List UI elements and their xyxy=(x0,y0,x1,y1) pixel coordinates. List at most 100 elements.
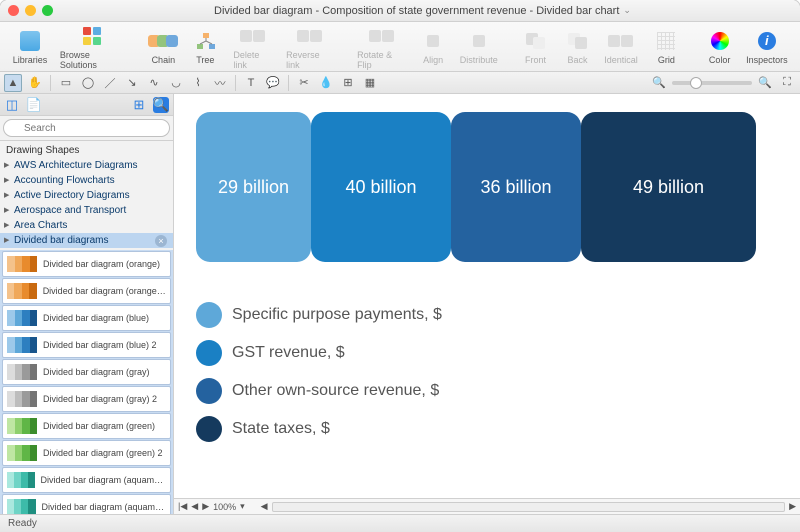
tree-button[interactable]: Tree xyxy=(185,27,225,67)
align-button[interactable]: Align xyxy=(413,27,453,67)
library-item[interactable]: Divided bar diagram (aquamari... xyxy=(2,494,171,514)
library-item-label: Divided bar diagram (orange) 2 xyxy=(43,286,166,296)
page-prev-button[interactable]: ◀ xyxy=(191,501,198,512)
library-item[interactable]: Divided bar diagram (gray) xyxy=(2,359,171,385)
rotate-flip-label: Rotate & Flip xyxy=(357,50,405,70)
legend-row: Other own-source revenue, $ xyxy=(196,378,788,404)
legend-dot xyxy=(196,340,222,366)
pointer-tool[interactable]: ▲ xyxy=(4,74,22,92)
front-label: Front xyxy=(525,55,546,65)
rect-tool[interactable]: ▭ xyxy=(57,74,75,92)
library-item[interactable]: Divided bar diagram (green) xyxy=(2,413,171,439)
hscroll-right-button[interactable]: ▶ xyxy=(789,501,796,512)
zoom-dropdown-icon[interactable]: ▾ xyxy=(240,501,245,512)
grid-button[interactable]: Grid xyxy=(646,27,686,67)
window-title: Divided bar diagram - Composition of sta… xyxy=(53,5,792,17)
browse-solutions-label: Browse Solutions xyxy=(60,50,124,70)
hscroll-track[interactable] xyxy=(272,502,785,512)
back-button[interactable]: Back xyxy=(557,27,597,67)
close-window-button[interactable] xyxy=(8,5,19,16)
libraries-icon xyxy=(20,31,40,51)
reverse-link-icon xyxy=(297,30,322,42)
tree-category-selected[interactable]: Divided bar diagrams × xyxy=(0,233,173,248)
polyline-tool[interactable]: ⌇ xyxy=(189,74,207,92)
zoom-in-button[interactable]: 🔍 xyxy=(756,74,774,92)
inspectors-button[interactable]: i Inspectors xyxy=(742,27,792,67)
library-item[interactable]: Divided bar diagram (orange) xyxy=(2,251,171,277)
tree-category[interactable]: AWS Architecture Diagrams xyxy=(0,158,173,173)
divided-bar-chart[interactable]: 29 billion40 billion36 billion49 billion xyxy=(196,112,788,262)
zoom-value[interactable]: 100% xyxy=(213,502,236,512)
distribute-button[interactable]: Distribute xyxy=(455,27,502,67)
library-item-label: Divided bar diagram (green) xyxy=(43,421,155,431)
zoom-knob[interactable] xyxy=(690,77,702,89)
titlebar: Divided bar diagram - Composition of sta… xyxy=(0,0,800,22)
library-item[interactable]: Divided bar diagram (green) 2 xyxy=(2,440,171,466)
search-input[interactable] xyxy=(3,119,170,137)
arc-tool[interactable]: ◡ xyxy=(167,74,185,92)
zoom-window-button[interactable] xyxy=(42,5,53,16)
table-tool[interactable]: ▦ xyxy=(361,74,379,92)
page-first-button[interactable]: |◀ xyxy=(178,501,187,512)
hscroll-left-button[interactable]: ◀ xyxy=(261,501,268,512)
zoom-slider[interactable] xyxy=(672,81,752,85)
library-item[interactable]: Divided bar diagram (blue) xyxy=(2,305,171,331)
ellipse-tool[interactable]: ◯ xyxy=(79,74,97,92)
sidebar-doc-icon[interactable]: 📄 xyxy=(26,97,42,113)
info-icon: i xyxy=(758,32,776,50)
view-grid-button[interactable]: ⊞ xyxy=(131,97,147,113)
library-item-thumb xyxy=(7,445,37,461)
library-item[interactable]: Divided bar diagram (blue) 2 xyxy=(2,332,171,358)
delete-link-button[interactable]: Delete link xyxy=(227,22,278,72)
libraries-button[interactable]: Libraries xyxy=(8,27,52,67)
chain-button[interactable]: Chain xyxy=(143,27,183,67)
library-item-label: Divided bar diagram (blue) xyxy=(43,313,149,323)
page-next-button[interactable]: ▶ xyxy=(202,501,209,512)
library-item[interactable]: Divided bar diagram (gray) 2 xyxy=(2,386,171,412)
front-button[interactable]: Front xyxy=(515,27,555,67)
eyedrop-tool[interactable]: 💧 xyxy=(317,74,335,92)
title-dropdown-icon[interactable]: ⌄ xyxy=(623,5,631,16)
view-search-button[interactable]: 🔍 xyxy=(153,97,169,113)
library-item-label: Divided bar diagram (green) 2 xyxy=(43,448,163,458)
minimize-window-button[interactable] xyxy=(25,5,36,16)
bar-segment[interactable]: 36 billion xyxy=(451,112,581,262)
rotate-flip-button[interactable]: Rotate & Flip xyxy=(351,22,411,72)
legend-dot xyxy=(196,416,222,442)
delete-link-label: Delete link xyxy=(233,50,272,70)
chart-legend: Specific purpose payments, $GST revenue,… xyxy=(196,302,788,442)
legend-label: State taxes, $ xyxy=(232,420,330,438)
identical-label: Identical xyxy=(604,55,638,65)
category-close-icon[interactable]: × xyxy=(155,235,167,247)
zoom-fit-button[interactable]: ⛶ xyxy=(778,74,796,92)
bezier-tool[interactable]: 〰 xyxy=(211,74,229,92)
curve-tool[interactable]: ∿ xyxy=(145,74,163,92)
status-bar: Ready xyxy=(0,514,800,532)
stamp-tool[interactable]: ⊞ xyxy=(339,74,357,92)
callout-tool[interactable]: 💬 xyxy=(264,74,282,92)
tree-category[interactable]: Aerospace and Transport xyxy=(0,203,173,218)
connector-tool[interactable]: ↘ xyxy=(123,74,141,92)
bar-segment[interactable]: 49 billion xyxy=(581,112,756,262)
tree-category[interactable]: Active Directory Diagrams xyxy=(0,188,173,203)
crop-tool[interactable]: ✂ xyxy=(295,74,313,92)
tree-category[interactable]: Area Charts xyxy=(0,218,173,233)
library-item[interactable]: Divided bar diagram (aquamarine) xyxy=(2,467,171,493)
drawing-canvas[interactable]: 29 billion40 billion36 billion49 billion… xyxy=(174,94,800,498)
browse-solutions-button[interactable]: Browse Solutions xyxy=(54,22,130,72)
color-button[interactable]: Color xyxy=(700,27,740,67)
legend-dot xyxy=(196,378,222,404)
zoom-out-button[interactable]: 🔍 xyxy=(650,74,668,92)
tree-category[interactable]: Accounting Flowcharts xyxy=(0,173,173,188)
bar-segment[interactable]: 29 billion xyxy=(196,112,311,262)
bar-segment[interactable]: 40 billion xyxy=(311,112,451,262)
hand-tool[interactable]: ✋ xyxy=(26,74,44,92)
sidebar-panel-icon[interactable]: ◫ xyxy=(4,97,20,113)
reverse-link-button[interactable]: Reverse link xyxy=(280,22,338,72)
identical-button[interactable]: Identical xyxy=(599,27,642,67)
inspectors-label: Inspectors xyxy=(746,55,788,65)
front-icon xyxy=(526,33,545,49)
line-tool[interactable]: ／ xyxy=(101,74,119,92)
text-tool[interactable]: T xyxy=(242,74,260,92)
library-item[interactable]: Divided bar diagram (orange) 2 xyxy=(2,278,171,304)
